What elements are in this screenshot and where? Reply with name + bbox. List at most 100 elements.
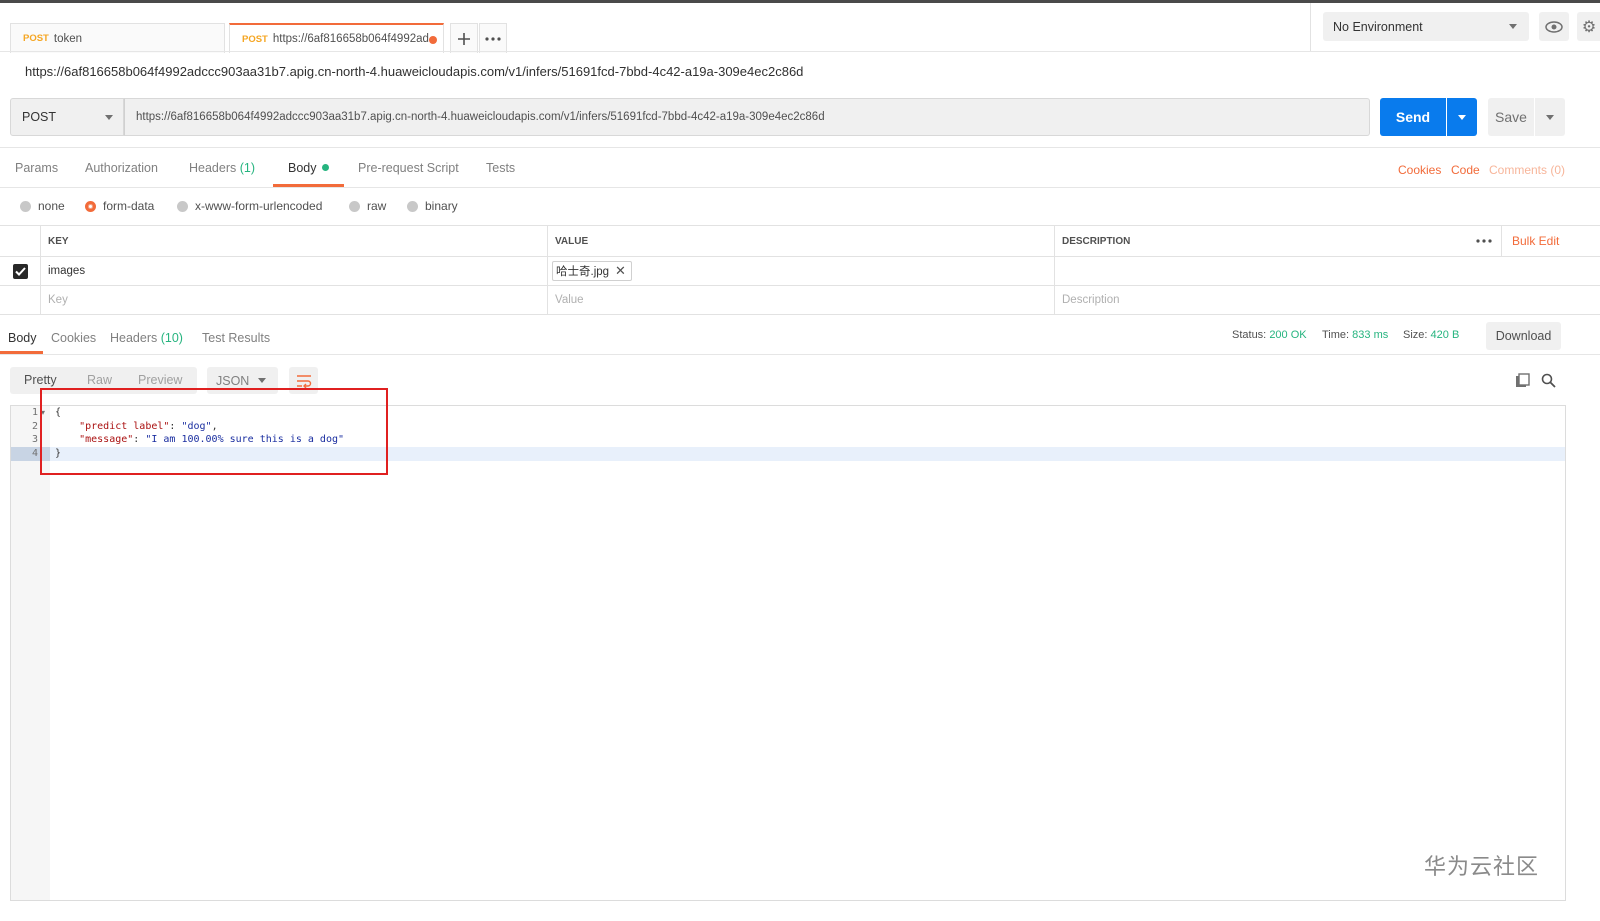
manage-environments-button[interactable]: ⚙	[1577, 12, 1600, 41]
status-value: 200 OK	[1269, 329, 1307, 341]
more-icon	[485, 36, 501, 41]
tab-options-button[interactable]	[479, 23, 507, 53]
response-tab-body[interactable]: Body	[8, 331, 37, 345]
response-status: Status: 200 OK	[1232, 329, 1307, 341]
copy-response-button[interactable]	[1515, 373, 1530, 391]
radio-none[interactable]: none	[20, 199, 65, 213]
tab-headers-label: Headers	[189, 161, 237, 175]
tab-tests[interactable]: Tests	[486, 161, 515, 175]
response-body-editor[interactable]: 1 2 3 4 ▾ { "predict label": "dog", "mes…	[10, 405, 1566, 901]
radio-binary[interactable]: binary	[407, 199, 458, 213]
file-name: 哈士奇.jpg	[556, 266, 610, 278]
file-chip: 哈士奇.jpg ✕	[552, 261, 632, 281]
tab-prerequest-script[interactable]: Pre-request Script	[358, 161, 459, 175]
size-value: 420 B	[1430, 329, 1460, 341]
table-options-button[interactable]	[1466, 226, 1502, 257]
environment-select[interactable]: No Environment	[1323, 12, 1529, 41]
tab-headers[interactable]: Headers (1)	[189, 161, 255, 175]
request-section-tabs: Params Authorization Headers (1) Body Pr…	[0, 148, 1600, 188]
new-tab-button[interactable]	[450, 23, 478, 53]
form-data-table: KEY VALUE DESCRIPTION Bulk Edit images 哈…	[0, 225, 1600, 315]
tab-method: POST	[23, 33, 49, 44]
checkbox-checked-icon	[12, 263, 28, 279]
remove-file-icon[interactable]: ✕	[615, 263, 626, 279]
bulk-edit-link[interactable]: Bulk Edit	[1502, 226, 1600, 257]
column-header-description: DESCRIPTION	[1055, 226, 1466, 257]
new-description-input[interactable]: Description	[1055, 286, 1600, 315]
tab-body[interactable]: Body	[288, 161, 329, 175]
method-select[interactable]: POST	[10, 98, 124, 136]
eye-icon	[1545, 20, 1563, 33]
radio-circle-icon	[349, 200, 360, 212]
line-number: 2	[31, 421, 38, 432]
url-value: https://6af816658b064f4992adccc903aa31b7…	[136, 111, 825, 123]
response-tab-cookies[interactable]: Cookies	[51, 331, 96, 345]
method-value: POST	[22, 110, 57, 124]
plus-icon	[458, 32, 470, 45]
radio-label: none	[38, 199, 65, 213]
save-options-button[interactable]	[1535, 98, 1565, 136]
line-number: 3	[31, 434, 38, 445]
radio-urlencoded[interactable]: x-www-form-urlencoded	[177, 199, 322, 213]
response-tab-test-results[interactable]: Test Results	[202, 331, 270, 345]
response-tab-headers[interactable]: Headers (10)	[110, 331, 183, 345]
radio-label: x-www-form-urlencoded	[195, 199, 323, 213]
new-key-input[interactable]: Key	[41, 286, 548, 315]
radio-label: binary	[425, 199, 458, 213]
language-value: JSON	[216, 373, 250, 388]
copy-icon	[1516, 373, 1530, 387]
column-header-key: KEY	[41, 226, 548, 257]
download-button[interactable]: Download	[1486, 322, 1561, 350]
tab-label: https://6af816658b064f4992ad	[272, 33, 429, 45]
new-value-input[interactable]: Value	[548, 286, 1055, 315]
body-active-dot-icon	[321, 164, 329, 171]
annotation-highlight-box	[40, 388, 388, 475]
wrap-lines-icon	[296, 374, 311, 388]
line-number: 1	[31, 407, 38, 418]
row-value-file[interactable]: 哈士奇.jpg ✕	[548, 257, 1055, 286]
row-description-input[interactable]	[1055, 257, 1600, 286]
divider	[0, 187, 1600, 188]
radio-form-data[interactable]: form-data	[85, 199, 154, 213]
request-title: https://6af816658b064f4992adccc903aa31b7…	[25, 64, 804, 79]
url-input[interactable]: https://6af816658b064f4992adccc903aa31b7…	[124, 98, 1370, 136]
tab-token[interactable]: POST token	[10, 23, 225, 53]
size-label: Size:	[1403, 329, 1428, 341]
search-response-button[interactable]	[1541, 373, 1556, 391]
status-label: Status:	[1232, 329, 1267, 341]
radio-label: raw	[367, 199, 387, 213]
headers-count: (1)	[239, 161, 256, 175]
send-options-button[interactable]	[1447, 98, 1477, 136]
code-link[interactable]: Code	[1451, 163, 1480, 177]
tab-label: token	[53, 32, 83, 45]
watermark-text: 华为云社区	[1424, 854, 1540, 879]
row-enable-checkbox[interactable]	[0, 257, 41, 286]
format-pretty-button[interactable]: Pretty	[24, 373, 57, 387]
tab-infer-url[interactable]: POST https://6af816658b064f4992ad	[229, 23, 444, 53]
radio-circle-icon	[20, 200, 31, 212]
table-header-checkbox-column	[0, 226, 41, 257]
chevron-down-icon	[1509, 24, 1517, 29]
gear-icon: ⚙	[1581, 18, 1597, 36]
line-number: 4	[31, 448, 38, 459]
response-size: Size: 420 B	[1403, 329, 1459, 341]
tab-params[interactable]: Params	[15, 161, 58, 175]
tab-authorization[interactable]: Authorization	[85, 161, 158, 175]
tab-body-label: Body	[288, 161, 317, 175]
divider	[0, 354, 1600, 355]
response-tab-headers-label: Headers	[110, 331, 158, 345]
environment-bar: No Environment ⚙	[1310, 3, 1600, 52]
save-button[interactable]: Save	[1488, 98, 1534, 136]
comments-link[interactable]: Comments (0)	[1489, 163, 1565, 177]
radio-label: form-data	[103, 199, 155, 213]
format-preview-button[interactable]: Preview	[138, 373, 182, 387]
send-button[interactable]: Send	[1380, 98, 1446, 136]
more-icon	[1475, 239, 1492, 243]
chevron-down-icon	[1458, 114, 1466, 120]
divider	[0, 51, 1600, 52]
format-raw-button[interactable]: Raw	[87, 373, 112, 387]
cookies-link[interactable]: Cookies	[1398, 163, 1441, 177]
row-key-input[interactable]: images	[41, 257, 548, 286]
radio-raw[interactable]: raw	[349, 199, 386, 213]
environment-quick-look-button[interactable]	[1539, 12, 1569, 41]
